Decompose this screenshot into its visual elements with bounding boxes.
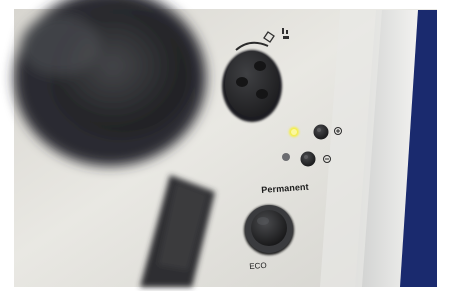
- eco-label: ECO: [249, 260, 267, 271]
- photo-frame: Permanent ECO: [0, 0, 449, 291]
- control-panel-photo: [0, 0, 449, 291]
